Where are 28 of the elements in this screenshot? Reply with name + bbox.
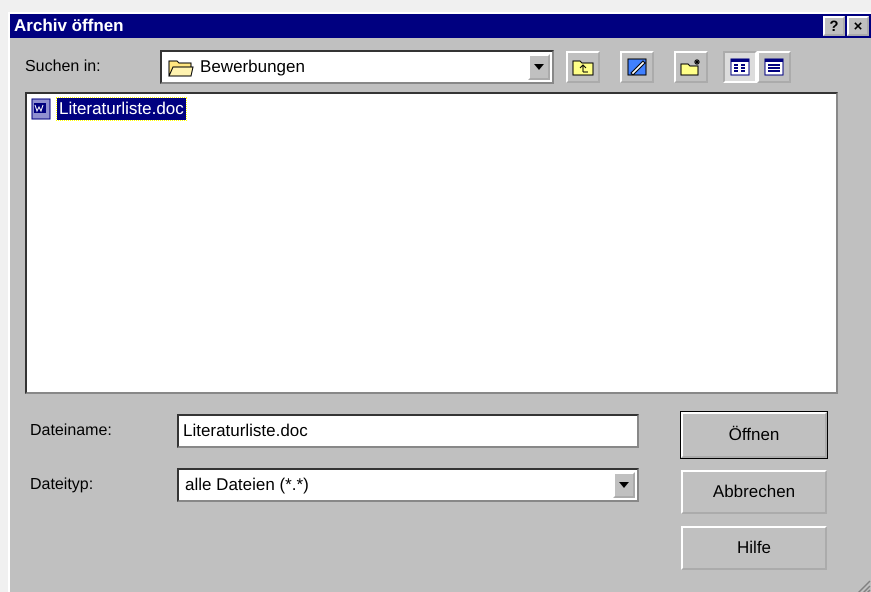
look-in-dropdown[interactable]: Bewerbungen (160, 50, 554, 84)
look-in-label: Suchen in: (25, 58, 102, 76)
view-button[interactable] (723, 51, 757, 83)
help-button[interactable]: ? (823, 16, 845, 36)
dialog-button[interactable]: Öffnen (681, 412, 827, 458)
filetype-dropdown[interactable]: alle Dateien (*.*) (177, 468, 639, 502)
filetype-label: Dateityp: (30, 476, 94, 494)
dropdown-button[interactable] (528, 54, 550, 80)
filename-field[interactable]: Literaturliste.doc (177, 414, 639, 448)
list-view-icon (730, 58, 750, 76)
toolbar-button[interactable] (674, 51, 708, 83)
dropdown-button[interactable] (613, 472, 635, 498)
new-folder-icon (680, 58, 702, 76)
dropdown-arrow-icon (619, 482, 629, 488)
window-title: Archiv öffnen (14, 16, 125, 36)
toolbar-button[interactable] (620, 51, 654, 83)
dropdown-arrow-icon (534, 64, 544, 70)
filename-label: Dateiname: (30, 422, 113, 440)
file-item[interactable]: Literaturliste.doc (57, 98, 186, 120)
dialog-button[interactable]: Abbrechen (681, 470, 827, 514)
dialog-button[interactable]: Hilfe (681, 526, 827, 570)
details-view-icon (764, 58, 784, 76)
close-button[interactable]: × (847, 16, 869, 36)
desktop-icon (626, 57, 648, 77)
resize-grip-icon (855, 578, 871, 592)
view-button[interactable] (757, 51, 791, 83)
toolbar-button[interactable] (566, 51, 600, 83)
folder-up-icon (572, 58, 594, 76)
